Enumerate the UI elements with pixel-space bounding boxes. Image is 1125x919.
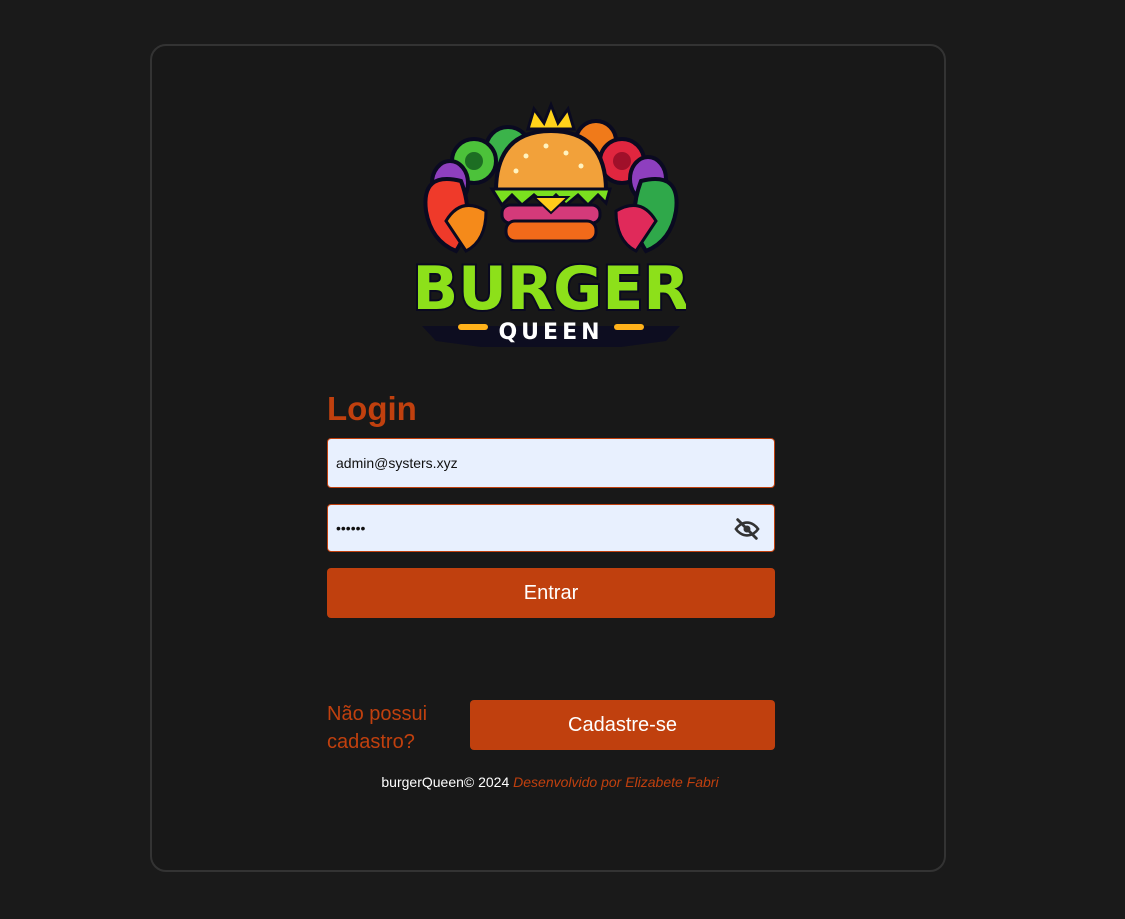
signup-button[interactable]: Cadastre-se: [470, 700, 775, 750]
login-card: BURGER QUEEN Login Entrar Não possui cad…: [150, 44, 946, 872]
footer-developer: Desenvolvido por Elizabete Fabri: [513, 774, 719, 790]
login-title: Login: [327, 390, 417, 427]
logo-wordmark: BURGER: [416, 254, 686, 324]
footer: burgerQueen© 2024 Desenvolvido por Eliza…: [152, 774, 948, 790]
password-field[interactable]: [328, 505, 774, 551]
burger-queen-logo: BURGER QUEEN: [416, 101, 686, 347]
login-form: Login Entrar Não possui cadastro? Cadast…: [327, 388, 775, 753]
footer-copyright: burgerQueen© 2024: [381, 774, 510, 790]
logo-subtitle: QUEEN: [498, 320, 603, 345]
login-submit-button[interactable]: Entrar: [327, 568, 775, 618]
email-field[interactable]: [328, 439, 774, 487]
signup-prompt: Não possui cadastro?: [327, 703, 428, 753]
password-field-wrapper: [327, 504, 775, 552]
eye-off-icon[interactable]: [732, 515, 762, 543]
email-field-wrapper: [327, 438, 775, 488]
signup-row: Não possui cadastro? Cadastre-se: [327, 700, 775, 756]
